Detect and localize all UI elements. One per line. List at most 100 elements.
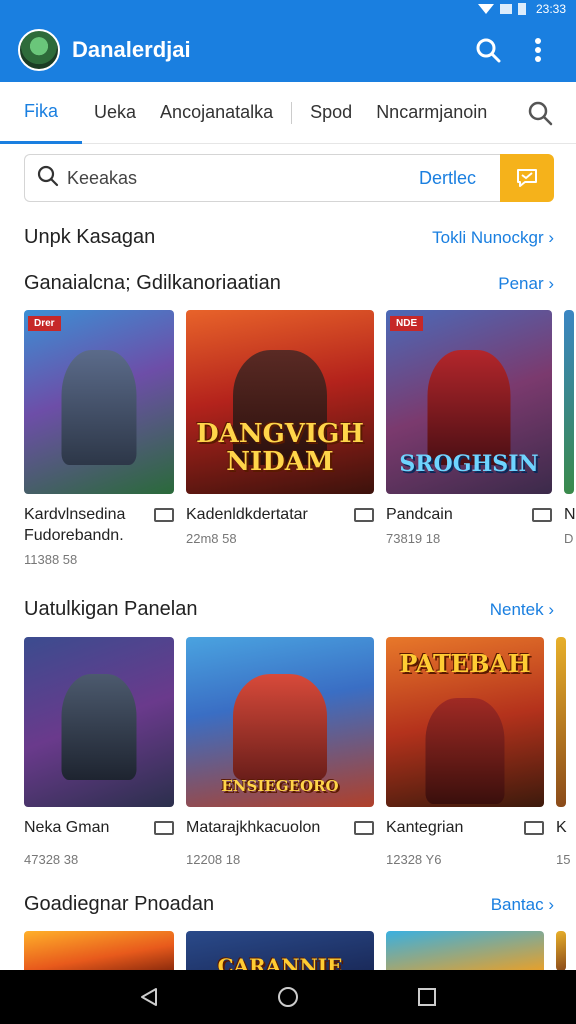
- game-name: Neka Gman: [24, 819, 110, 836]
- game-banner: ENSIEGEORO: [221, 777, 339, 796]
- back-triangle-icon[interactable]: [127, 975, 171, 1019]
- section-title: Ganaialcna; Gdilkanoriaatian: [24, 272, 281, 294]
- hero-figure: [233, 674, 327, 780]
- game-thumbnail: CARANNIE: [186, 931, 374, 971]
- hero-figure: [425, 698, 505, 804]
- status-bar: 23:33: [0, 0, 576, 18]
- game-name: Kardvlnsedina Fudorebandn.: [24, 506, 126, 544]
- search-icon[interactable]: [468, 30, 508, 70]
- card-row-2: Neka Gman 47328 38 ENSIEGEORO Matarajkhk…: [24, 637, 576, 867]
- game-thumbnail: [386, 931, 544, 971]
- card-row-1: Drer Kardvlnsedina Fudorebandn. 11388 58…: [24, 310, 576, 567]
- status-time: 23:33: [535, 2, 566, 16]
- game-name: Matarajkhkacuolon: [186, 819, 321, 836]
- more-vert-icon[interactable]: [518, 30, 558, 70]
- section-link[interactable]: Bantac ›: [491, 895, 554, 915]
- search-box: Dertlec: [24, 154, 500, 202]
- search-row: Dertlec: [24, 154, 554, 202]
- game-thumbnail: [24, 931, 174, 971]
- section-title: Goadiegnar Pnoadan: [24, 893, 215, 915]
- game-card[interactable]: ENSIEGEORO Matarajkhkacuolon 12208 18: [186, 637, 374, 867]
- game-name: Pandcain: [386, 506, 453, 523]
- game-card[interactable]: K 15: [556, 637, 571, 867]
- app-title: Danalerdjai: [72, 37, 191, 62]
- game-card[interactable]: N D: [564, 310, 576, 567]
- game-name: K: [556, 819, 567, 836]
- game-card[interactable]: Drer Kardvlnsedina Fudorebandn. 11388 58: [24, 310, 174, 567]
- game-name: N: [564, 506, 576, 523]
- section-title: Unpk Kasagan: [24, 226, 156, 248]
- controller-icon: [354, 821, 374, 835]
- signal-icon: [499, 4, 512, 14]
- game-card[interactable]: [556, 931, 566, 971]
- hero-figure: [427, 350, 511, 465]
- section-header-2: Uatulkigan Panelan Nentek ›: [24, 598, 554, 621]
- section-title: Uatulkigan Panelan: [24, 598, 198, 620]
- game-stat: 12208 18: [186, 852, 241, 867]
- search-go-button[interactable]: [500, 154, 554, 202]
- search-icon[interactable]: [522, 95, 558, 131]
- search-icon: [37, 165, 59, 192]
- battery-icon: [517, 3, 526, 15]
- thumbnail-tag: Drer: [28, 316, 61, 331]
- controller-icon: [524, 821, 544, 835]
- game-banner: DANGVIGH NIDAM: [196, 419, 364, 477]
- game-thumbnail: NDE SROGHSIN: [386, 310, 552, 494]
- controller-icon: [354, 508, 374, 522]
- tab-nncarmjanoin[interactable]: Nncarmjanoin: [364, 82, 499, 144]
- game-card[interactable]: [386, 931, 544, 971]
- game-banner: SROGHSIN: [399, 450, 539, 477]
- game-thumbnail: DANGVIGH NIDAM: [186, 310, 374, 494]
- game-name: Kadenldkdertatar: [186, 506, 308, 523]
- system-nav-bar: [0, 970, 576, 1024]
- search-filter-button[interactable]: Dertlec: [407, 168, 488, 189]
- tab-fika[interactable]: Fika: [0, 82, 83, 144]
- game-stat: D: [564, 531, 574, 546]
- game-stat: 47328 38: [24, 852, 79, 867]
- game-banner: CARANNIE: [217, 954, 343, 972]
- game-stat: 22m8 58: [186, 531, 237, 546]
- section-link[interactable]: Tokli Nunockgr ›: [432, 228, 554, 248]
- home-circle-icon[interactable]: [266, 975, 310, 1019]
- wifi-icon: [477, 4, 494, 14]
- controller-icon: [154, 508, 174, 522]
- app-bar: Danalerdjai: [0, 18, 576, 82]
- tab-ancojanatalka[interactable]: Ancojanatalka: [148, 82, 285, 144]
- game-card[interactable]: DANGVIGH NIDAM Kadenldkdertatar 22m8 58: [186, 310, 374, 567]
- game-name: Kantegrian: [386, 819, 464, 836]
- game-thumbnail: [556, 931, 566, 971]
- section-link[interactable]: Nentek ›: [490, 600, 554, 620]
- game-stat: 73819 18: [386, 531, 441, 546]
- message-icon: [517, 169, 537, 187]
- avatar[interactable]: [18, 29, 60, 71]
- section-header-main: Unpk Kasagan Tokli Nunockgr ›: [24, 226, 554, 249]
- controller-icon: [532, 508, 552, 522]
- game-card[interactable]: NDE SROGHSIN Pandcain 73819 18: [386, 310, 552, 567]
- tab-divider: [291, 101, 293, 124]
- game-stat: 11388 58: [24, 552, 78, 567]
- tab-bar: Fika Ueka Ancojanatalka Spod Nncarmjanoi…: [0, 82, 576, 144]
- game-card[interactable]: [24, 931, 174, 971]
- recents-square-icon[interactable]: [405, 975, 449, 1019]
- section-header-1: Ganaialcna; Gdilkanoriaatian Penar ›: [24, 272, 554, 295]
- tab-ueka[interactable]: Ueka: [82, 82, 148, 144]
- tab-spod[interactable]: Spod: [298, 82, 364, 144]
- game-card[interactable]: CARANNIE: [186, 931, 374, 971]
- thumbnail-tag: NDE: [390, 316, 424, 331]
- game-thumbnail: ENSIEGEORO: [186, 637, 374, 807]
- game-thumbnail: Drer: [24, 310, 174, 494]
- game-thumbnail: PATEBAH: [386, 637, 544, 807]
- game-thumbnail: [24, 637, 174, 807]
- hero-figure: [61, 350, 137, 465]
- section-link[interactable]: Penar ›: [498, 274, 554, 294]
- section-header-3: Goadiegnar Pnoadan Bantac ›: [24, 893, 554, 916]
- card-row-3: CARANNIE: [24, 931, 576, 971]
- search-input[interactable]: [67, 167, 407, 189]
- game-stat: 12328 Y6: [386, 852, 442, 867]
- game-thumbnail: [564, 310, 574, 494]
- game-banner: PATEBAH: [399, 649, 531, 678]
- hero-figure: [61, 674, 137, 780]
- game-card[interactable]: Neka Gman 47328 38: [24, 637, 174, 867]
- game-stat: 15: [556, 852, 571, 867]
- game-card[interactable]: PATEBAH Kantegrian 12328 Y6: [386, 637, 544, 867]
